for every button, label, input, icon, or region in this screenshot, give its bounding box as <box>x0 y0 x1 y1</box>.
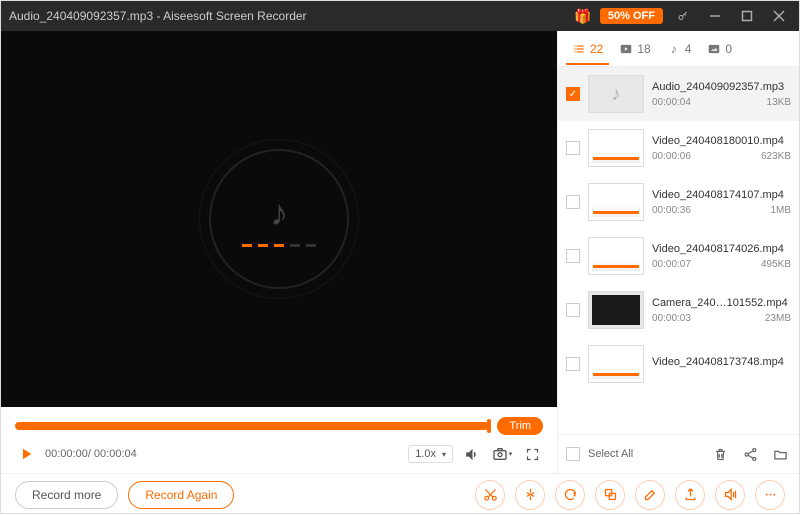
item-name: Video_240408174107.mp4 <box>652 189 791 201</box>
record-again-button[interactable]: Record Again <box>128 481 234 509</box>
trim-button[interactable]: Trim <box>497 417 543 435</box>
key-icon[interactable] <box>671 4 695 28</box>
bottombar: Record more Record Again <box>1 473 799 515</box>
item-checkbox[interactable] <box>566 195 580 209</box>
more-icon[interactable] <box>755 480 785 510</box>
item-thumbnail <box>588 183 644 221</box>
snapshot-icon[interactable]: ▾ <box>491 443 513 465</box>
titlebar: Audio_240409092357.mp3 - Aiseesoft Scree… <box>1 1 799 31</box>
list-item[interactable]: ✓ ♪ Audio_240409092357.mp300:00:0413KB <box>558 67 799 121</box>
gift-icon[interactable]: 🎁 <box>574 7 592 25</box>
item-checkbox[interactable]: ✓ <box>566 87 580 101</box>
list-icon <box>572 42 586 56</box>
video-icon <box>619 42 633 56</box>
delete-icon[interactable] <box>709 443 731 465</box>
close-button[interactable] <box>767 4 791 28</box>
progress-bar[interactable] <box>15 422 489 430</box>
speed-selector[interactable]: 1.0x▾ <box>408 445 453 463</box>
time-display: 00:00:00/ 00:00:04 <box>45 448 137 460</box>
folder-icon[interactable] <box>769 443 791 465</box>
list-item[interactable]: Video_240408174026.mp400:00:07495KB <box>558 229 799 283</box>
item-name: Camera_240…101552.mp4 <box>652 297 791 309</box>
item-name: Audio_240409092357.mp3 <box>652 81 791 93</box>
item-checkbox[interactable] <box>566 141 580 155</box>
discount-badge[interactable]: 50% OFF <box>600 8 663 24</box>
item-thumbnail <box>588 291 644 329</box>
item-name: Video_240408174026.mp4 <box>652 243 791 255</box>
item-thumbnail <box>588 237 644 275</box>
item-thumbnail <box>588 129 644 167</box>
item-thumbnail: ♪ <box>588 75 644 113</box>
minimize-button[interactable] <box>703 4 727 28</box>
image-icon <box>707 42 721 56</box>
compress-icon[interactable] <box>515 480 545 510</box>
play-button[interactable] <box>15 443 37 465</box>
volume-icon[interactable] <box>461 443 483 465</box>
list-item[interactable]: Camera_240…101552.mp400:00:0323MB <box>558 283 799 337</box>
cut-icon[interactable] <box>475 480 505 510</box>
export-icon[interactable] <box>675 480 705 510</box>
list-footer: Select All <box>558 434 799 473</box>
tab-video[interactable]: 18 <box>613 38 656 60</box>
merge-icon[interactable] <box>595 480 625 510</box>
volume-tool-icon[interactable] <box>715 480 745 510</box>
tab-all[interactable]: 22 <box>566 38 609 60</box>
fullscreen-icon[interactable] <box>521 443 543 465</box>
list-item[interactable]: Video_240408173748.mp4 <box>558 337 799 391</box>
convert-icon[interactable] <box>555 480 585 510</box>
tab-audio[interactable]: ♪4 <box>661 38 698 60</box>
item-name: Video_240408180010.mp4 <box>652 135 791 147</box>
select-all-label: Select All <box>588 448 633 460</box>
tab-image[interactable]: 0 <box>701 38 738 60</box>
item-checkbox[interactable] <box>566 249 580 263</box>
item-checkbox[interactable] <box>566 303 580 317</box>
audio-icon: ♪ <box>667 42 681 56</box>
maximize-button[interactable] <box>735 4 759 28</box>
list-item[interactable]: Video_240408174107.mp400:00:361MB <box>558 175 799 229</box>
recordings-list[interactable]: ✓ ♪ Audio_240409092357.mp300:00:0413KB V… <box>558 67 799 434</box>
preview-area: ♪ <box>1 31 557 407</box>
audio-visualizer: ♪ <box>209 149 349 289</box>
item-thumbnail <box>588 345 644 383</box>
music-note-icon: ♪ <box>270 192 288 234</box>
window-title: Audio_240409092357.mp3 - Aiseesoft Scree… <box>9 9 574 23</box>
item-name: Video_240408173748.mp4 <box>652 356 791 368</box>
share-icon[interactable] <box>739 443 761 465</box>
select-all-checkbox[interactable] <box>566 447 580 461</box>
item-checkbox[interactable] <box>566 357 580 371</box>
edit-icon[interactable] <box>635 480 665 510</box>
list-item[interactable]: Video_240408180010.mp400:00:06623KB <box>558 121 799 175</box>
record-more-button[interactable]: Record more <box>15 481 118 509</box>
filter-tabs: 22 18 ♪4 0 <box>558 31 799 67</box>
